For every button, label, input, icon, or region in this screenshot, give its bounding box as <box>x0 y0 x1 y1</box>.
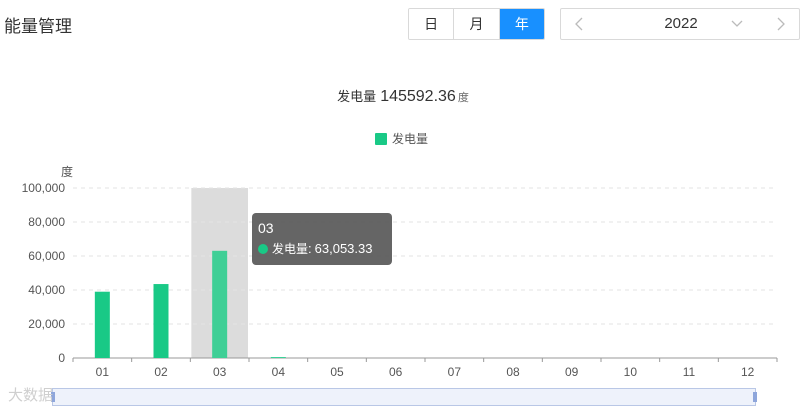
y-tick-label: 40,000 <box>28 283 65 297</box>
x-tick-label: 07 <box>448 365 462 379</box>
bar-02 <box>153 284 169 358</box>
x-tick-label: 04 <box>272 365 286 379</box>
y-tick-label: 80,000 <box>28 215 65 229</box>
tooltip-separator: : <box>308 241 312 256</box>
chart-tooltip: 03 发电量:63,053.33 <box>252 213 392 265</box>
bar-04 <box>270 357 286 358</box>
y-tick-label: 0 <box>58 351 65 365</box>
x-tick-label: 03 <box>213 365 227 379</box>
x-tick-label: 02 <box>154 365 168 379</box>
data-zoom-slider[interactable] <box>51 388 757 406</box>
zoom-handle-right[interactable] <box>753 392 757 402</box>
tooltip-title: 03 <box>258 220 274 236</box>
y-axis-label: 度 <box>61 164 73 179</box>
tooltip-marker <box>258 243 268 254</box>
bar-chart: 020,00040,00060,00080,000100,000度01 02 03 0… <box>22 164 778 379</box>
bar-01 <box>94 291 110 358</box>
x-tick-label: 01 <box>96 365 110 379</box>
watermark: 大数据 <box>8 386 54 404</box>
x-tick-label: 05 <box>330 365 344 379</box>
x-tick-label: 11 <box>683 365 696 379</box>
x-tick-label: 09 <box>565 365 579 379</box>
bar-03 <box>212 250 228 358</box>
x-tick-label: 08 <box>506 365 520 379</box>
tooltip-value: 63,053.33 <box>314 241 373 256</box>
tooltip-series-name: 发电量 <box>272 242 309 256</box>
y-tick-label: 60,000 <box>28 249 65 263</box>
y-tick-label: 20,000 <box>28 317 65 331</box>
y-tick-label: 100,000 <box>22 181 66 195</box>
x-tick-label: 12 <box>741 365 755 379</box>
x-tick-label: 06 <box>389 365 403 379</box>
x-tick-label: 10 <box>624 365 638 379</box>
